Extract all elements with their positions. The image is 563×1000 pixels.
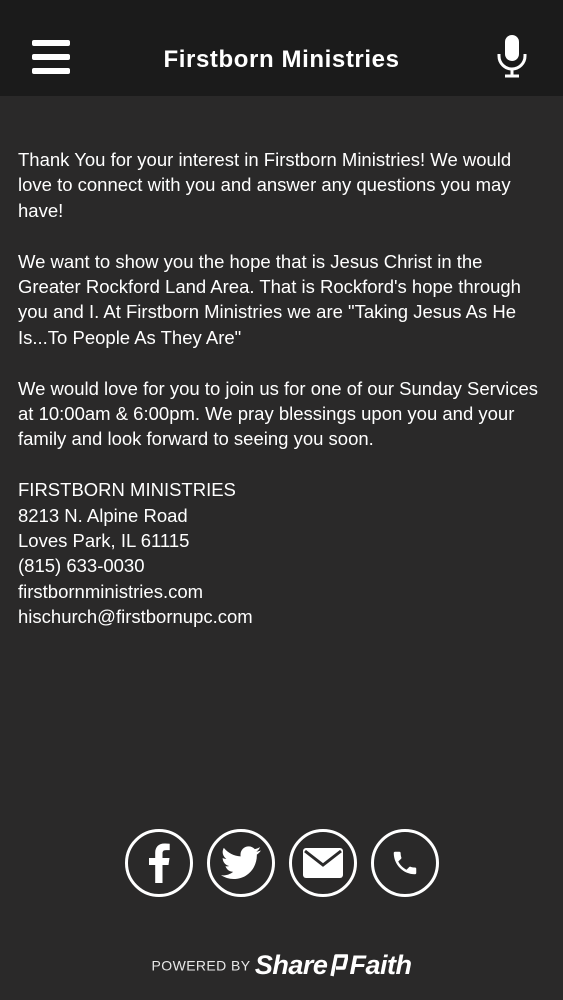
- microphone-button[interactable]: [496, 34, 528, 78]
- facebook-icon: [148, 843, 170, 883]
- intro-paragraph: Thank You for your interest in Firstborn…: [18, 149, 512, 221]
- app-title: Firstborn Ministries: [163, 46, 400, 73]
- email-button[interactable]: [288, 829, 357, 897]
- social-links: [0, 829, 563, 897]
- brand-faith: Faith: [349, 950, 412, 980]
- address-city: Loves Park, IL 61115: [18, 530, 190, 552]
- email-link[interactable]: hischurch@firstbornupc.com: [18, 604, 548, 629]
- app-header: Firstborn Ministries: [0, 0, 563, 96]
- page-content: Thank You for your interest in Firstborn…: [18, 147, 548, 630]
- facebook-button[interactable]: [124, 829, 193, 897]
- phone-button[interactable]: [370, 829, 439, 897]
- brand-share: Share: [254, 950, 328, 980]
- powered-by-footer: POWERED BY Share Faith: [0, 950, 563, 981]
- website-link[interactable]: firstbornministries.com: [18, 579, 548, 604]
- sharefaith-logo-mark-icon: [330, 953, 349, 976]
- services-paragraph: We would love for you to join us for one…: [18, 377, 538, 450]
- address-block: FIRSTBORN MINISTRIES 8213 N. Alpine Road…: [18, 477, 548, 629]
- phone-icon: [393, 851, 416, 875]
- hope-paragraph: We want to show you the hope that is Jes…: [18, 250, 521, 348]
- twitter-button[interactable]: [206, 829, 275, 897]
- phone-number[interactable]: (815) 633-0030: [18, 553, 548, 578]
- address-street: 8213 N. Alpine Road: [18, 504, 188, 526]
- microphone-icon: [497, 35, 527, 78]
- address-name: FIRSTBORN MINISTRIES: [18, 479, 236, 501]
- email-icon: [302, 848, 343, 878]
- powered-by-label: POWERED BY: [151, 957, 251, 974]
- twitter-icon: [220, 846, 261, 879]
